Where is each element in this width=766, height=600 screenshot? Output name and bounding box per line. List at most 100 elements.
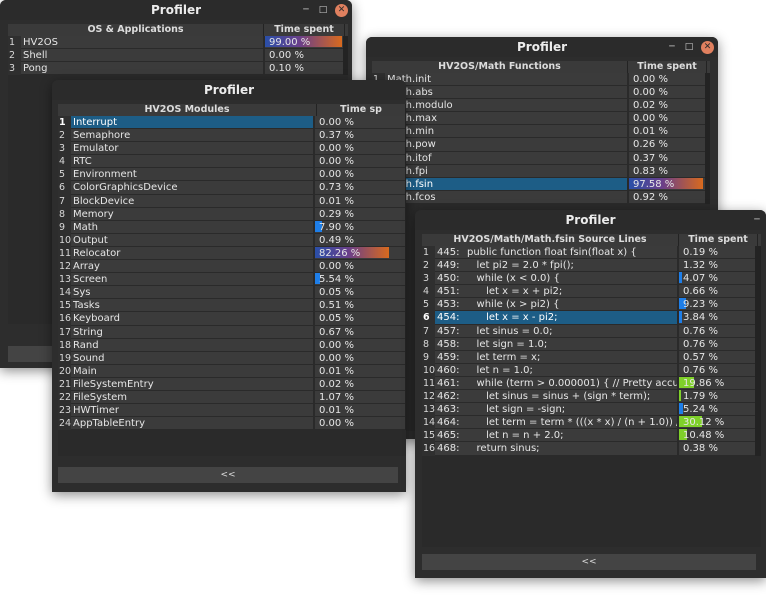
table-row[interactable]: 3 Emulator 0.00 % bbox=[58, 142, 406, 156]
table-row[interactable]: 2 449: let pi2 = 2.0 * fpi(); 1.32 % bbox=[422, 259, 761, 273]
table-row[interactable]: 3 Pong 0.10 % bbox=[8, 62, 348, 76]
maximize-icon[interactable]: □ bbox=[684, 37, 694, 57]
minimize-icon[interactable]: ─ bbox=[752, 210, 762, 230]
source-line: 449: let pi2 = 2.0 * fpi(); bbox=[435, 259, 677, 273]
time-value: 0.67 % bbox=[319, 326, 354, 338]
table-row[interactable]: 4 451: let x = x + pi2; 0.66 % bbox=[422, 285, 761, 299]
column-header-time[interactable]: Time spent bbox=[264, 24, 345, 36]
table-row[interactable]: 13 Screen 5.54 % bbox=[58, 273, 406, 287]
table-row[interactable]: 7Math.itof0.37 % bbox=[372, 151, 710, 165]
table-row[interactable]: 1Math.init0.00 % bbox=[372, 73, 710, 87]
table-row[interactable]: 7 BlockDevice 0.01 % bbox=[58, 194, 406, 208]
row-filler bbox=[405, 155, 406, 169]
window-titlebar[interactable]: Profiler ─ □ ✕ bbox=[0, 0, 352, 20]
source-line: 465: let n = n + 2.0; bbox=[435, 429, 677, 443]
table-row[interactable]: 10 Output 0.49 % bbox=[58, 233, 406, 247]
column-header-time[interactable]: Time sp bbox=[317, 104, 406, 116]
row-index: 14 bbox=[58, 286, 72, 300]
row-index: 3 bbox=[8, 62, 21, 76]
column-header-source[interactable]: HV2OS/Math/Math.fsin Source Lines bbox=[422, 234, 679, 246]
table-row[interactable]: 7 457: let sinus = 0.0; 0.76 % bbox=[422, 324, 761, 338]
table-row[interactable]: 10 460: let n = 1.0; 0.76 % bbox=[422, 363, 761, 377]
table-row[interactable]: 14 Sys 0.05 % bbox=[58, 286, 406, 300]
maximize-icon[interactable]: □ bbox=[318, 0, 328, 20]
window-title: Profiler bbox=[150, 3, 202, 17]
table-row[interactable]: 4Math.max0.00 % bbox=[372, 112, 710, 126]
table-row[interactable]: 21 FileSystemEntry 0.02 % bbox=[58, 377, 406, 391]
table-row[interactable]: 3Math.modulo0.02 % bbox=[372, 99, 710, 113]
table-row[interactable]: 12 462: let sinus = sinus + (sign * term)… bbox=[422, 390, 761, 404]
time-value: 1.79 % bbox=[683, 391, 718, 403]
time-spent-cell: 0.26 % bbox=[629, 138, 705, 152]
table-row[interactable]: 1 Interrupt 0.00 % bbox=[58, 116, 406, 130]
column-header-time[interactable]: Time spent bbox=[628, 61, 707, 73]
column-header-name[interactable]: HV2OS/Math Functions bbox=[372, 61, 628, 73]
table-row[interactable]: 17 String 0.67 % bbox=[58, 325, 406, 339]
row-name: Rand bbox=[71, 338, 313, 352]
row-filler bbox=[755, 363, 761, 377]
table-row[interactable]: 13 463: let sign = -sign; 5.24 % bbox=[422, 403, 761, 417]
table-row[interactable]: 22 FileSystem 1.07 % bbox=[58, 390, 406, 405]
table-row[interactable]: 8 458: let sign = 1.0; 0.76 % bbox=[422, 337, 761, 351]
row-filler bbox=[755, 416, 761, 430]
row-filler bbox=[705, 151, 710, 165]
table-row[interactable]: 3 450: while (x < 0.0) {4.07 % bbox=[422, 272, 761, 286]
row-filler bbox=[405, 377, 406, 391]
table-row[interactable]: 11 461: while (term > 0.000001) { // Pret… bbox=[422, 376, 761, 391]
window-titlebar[interactable]: Profiler ─ bbox=[415, 210, 766, 230]
table-row[interactable]: 6 ColorGraphicsDevice 0.73 % bbox=[58, 181, 406, 195]
table-row[interactable]: 5 Environment 0.00 % bbox=[58, 168, 406, 182]
table-row[interactable]: 2 Semaphore 0.37 % bbox=[58, 129, 406, 143]
table-row[interactable]: 9 459: let term = x; 0.57 % bbox=[422, 350, 761, 364]
window-titlebar[interactable]: Profiler ─ □ ✕ bbox=[366, 37, 718, 57]
table-row[interactable]: 11 Relocator 82.26 % bbox=[58, 246, 406, 261]
table-row[interactable]: 15 Tasks 0.51 % bbox=[58, 299, 406, 313]
row-filler bbox=[405, 390, 406, 405]
table-row[interactable]: 16 Keyboard 0.05 % bbox=[58, 312, 406, 326]
table-row[interactable]: 2 Shell 0.00 % bbox=[8, 49, 348, 63]
table-row[interactable]: 19 Sound 0.00 % bbox=[58, 351, 406, 365]
table-row[interactable]: 23 HWTimer 0.01 % bbox=[58, 404, 406, 418]
table-row[interactable]: 4 RTC 0.00 % bbox=[58, 155, 406, 169]
close-icon[interactable]: ✕ bbox=[335, 3, 348, 17]
table-row[interactable]: 10Math.fcos0.92 % bbox=[372, 190, 710, 204]
table-row[interactable]: 6 454: let x = x - pi2; 3.84 % bbox=[422, 311, 761, 325]
window-titlebar[interactable]: Profiler bbox=[52, 80, 406, 100]
table-row[interactable]: 9 Math 7.90 % bbox=[58, 220, 406, 234]
table-row[interactable]: 5 453: while (x > pi2) {9.23 % bbox=[422, 298, 761, 312]
table-row[interactable]: 24 AppTableEntry 0.00 % bbox=[58, 417, 406, 431]
source-code: let sign = 1.0; bbox=[467, 338, 548, 350]
column-header-name[interactable]: HV2OS Modules bbox=[58, 104, 317, 116]
table-row[interactable]: 18 Rand 0.00 % bbox=[58, 338, 406, 352]
row-name: Sound bbox=[71, 351, 313, 365]
table-row[interactable]: 8Math.fpi0.83 % bbox=[372, 164, 710, 178]
back-button[interactable]: << bbox=[58, 467, 398, 483]
column-header-name[interactable]: OS & Applications bbox=[8, 24, 264, 36]
table-row[interactable]: 6Math.pow0.26 % bbox=[372, 138, 710, 152]
back-button[interactable] bbox=[8, 346, 58, 362]
time-value: 0.01 % bbox=[319, 365, 354, 377]
table-row[interactable]: 1 HV2OS 99.00 % bbox=[8, 36, 348, 50]
minimize-icon[interactable]: ─ bbox=[667, 37, 677, 57]
row-name: RTC bbox=[71, 155, 313, 169]
table-row[interactable]: 15 465: let n = n + 2.0; 10.48 % bbox=[422, 429, 761, 443]
minimize-icon[interactable]: ─ bbox=[301, 0, 311, 20]
table-row[interactable]: 9Math.fsin97.58 % bbox=[372, 177, 710, 191]
line-number: 450: bbox=[437, 273, 460, 285]
close-icon[interactable]: ✕ bbox=[701, 40, 714, 54]
table-row[interactable]: 1 445: public function float fsin(float x)… bbox=[422, 246, 761, 260]
table-row[interactable]: 2Math.abs0.00 % bbox=[372, 86, 710, 100]
table-row[interactable]: 16 468: return sinus; 0.38 % bbox=[422, 442, 761, 456]
row-name: Array bbox=[71, 260, 313, 274]
table-row[interactable]: 8 Memory 0.29 % bbox=[58, 207, 406, 221]
back-button[interactable]: << bbox=[422, 554, 756, 570]
table-row[interactable]: 20 Main 0.01 % bbox=[58, 364, 406, 378]
column-header-time[interactable]: Time spent bbox=[679, 234, 758, 246]
source-line: 453: while (x > pi2) { bbox=[435, 298, 677, 312]
table-row[interactable]: 5Math.min0.01 % bbox=[372, 125, 710, 139]
row-filler bbox=[405, 325, 406, 339]
table-row[interactable]: 12 Array 0.00 % bbox=[58, 260, 406, 274]
time-value: 0.37 % bbox=[633, 152, 668, 164]
time-value: 0.00 % bbox=[319, 143, 354, 155]
table-row[interactable]: 14 464: let term = term * (((x * x) / (n … bbox=[422, 416, 761, 430]
